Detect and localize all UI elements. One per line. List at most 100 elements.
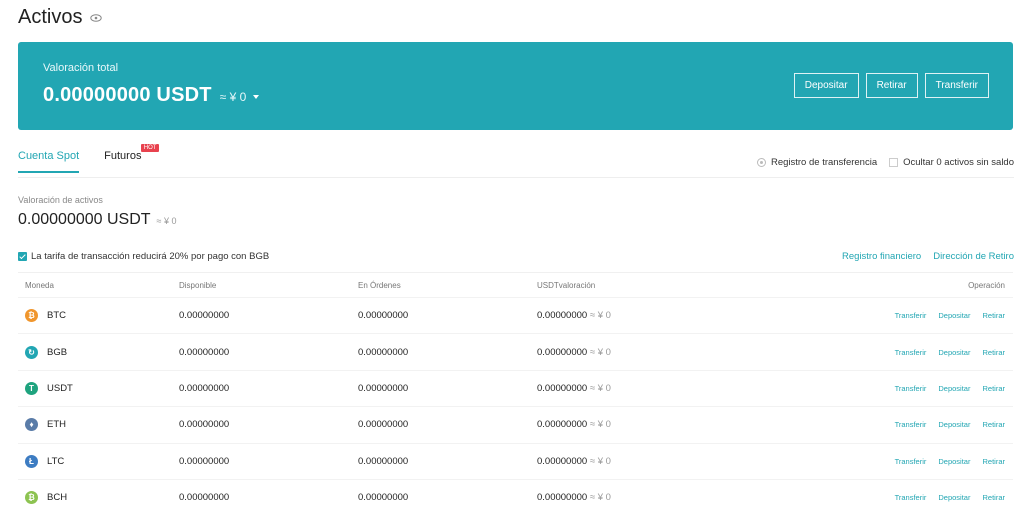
deposit-link[interactable]: Depositar (938, 493, 970, 502)
withdraw-link[interactable]: Retirar (982, 493, 1005, 502)
valuation-fiat: ≈ ¥ 0 (589, 382, 611, 394)
transfer-link[interactable]: Transferir (895, 348, 927, 357)
transfer-link[interactable]: Transferir (895, 457, 927, 466)
bgb-icon: ↻ (25, 345, 38, 359)
hide-zero-option[interactable]: Ocultar 0 activos sin saldo (889, 157, 1014, 168)
withdraw-button[interactable]: Retirar (865, 73, 918, 98)
withdraw-link[interactable]: Retirar (982, 311, 1005, 320)
withdraw-link[interactable]: Retirar (982, 348, 1005, 357)
asset-valuation: 0.00000000 USDT ≈ ¥ 0 (18, 211, 176, 229)
valuation-cell: 0.00000000 ≈ ¥ 0 (537, 456, 757, 467)
table-row: Ł LTC 0.00000000 0.00000000 0.00000000 ≈ ¥ 0… (18, 442, 1013, 479)
deposit-link[interactable]: Depositar (938, 420, 970, 429)
withdraw-address-link[interactable]: Dirección de Retiro (933, 251, 1014, 262)
table-body: ₿ BTC 0.00000000 0.00000000 0.00000000 ≈ ¥ 0… (18, 297, 1013, 510)
coin-name: USDT (47, 382, 73, 394)
orders-cell: 0.00000000 (358, 382, 409, 394)
coin-name: BGB (47, 346, 68, 358)
deposit-link[interactable]: Depositar (938, 457, 970, 466)
valuation-amount: 0.00000000 (537, 455, 588, 467)
available-cell: 0.00000000 (179, 382, 230, 394)
withdraw-link[interactable]: Retirar (982, 420, 1005, 429)
valuation-fiat: ≈ ¥ 0 (589, 346, 611, 358)
fee-notice-text: La tarifa de transacción reducirá 20% po… (31, 251, 270, 262)
tab-spot-account[interactable]: Cuenta Spot (18, 150, 80, 173)
fee-checkbox[interactable] (18, 252, 27, 261)
deposit-link[interactable]: Depositar (938, 348, 970, 357)
caret-down-icon[interactable] (253, 95, 260, 99)
valuation-cell: 0.00000000 ≈ ¥ 0 (537, 347, 757, 358)
coin-cell: ♦ ETH (18, 418, 179, 432)
col-operation: Operación (968, 280, 1005, 290)
eth-icon: ♦ (25, 418, 38, 432)
asset-valuation-fiat: ≈ ¥ 0 (156, 216, 177, 226)
withdraw-link[interactable]: Retirar (982, 384, 1005, 393)
valuation-amount: 0.00000000 (537, 382, 588, 394)
valuation-amount: 0.00000000 (537, 492, 588, 504)
tab-futures[interactable]: Futuros HOT (104, 144, 160, 173)
radio-icon[interactable] (756, 158, 766, 167)
col-valuation: USDTvaloración (537, 280, 596, 290)
assets-table: Moneda Disponible En Órdenes USDTvalorac… (18, 272, 1013, 510)
valuation-cell: 0.00000000 ≈ ¥ 0 (537, 492, 757, 503)
coin-cell: ₿ BTC (18, 309, 179, 323)
coin-cell: ↻ BGB (18, 345, 179, 359)
asset-valuation-label: Valoración de activos (18, 195, 103, 205)
available-cell: 0.00000000 (179, 455, 230, 467)
withdraw-link[interactable]: Retirar (982, 457, 1005, 466)
hide-zero-label: Ocultar 0 activos sin saldo (903, 157, 1014, 168)
bch-icon: ₿ (25, 491, 38, 505)
valuation-amount: 0.00000000 (537, 310, 588, 322)
account-tabs: Cuenta Spot Futuros HOT (18, 144, 160, 173)
hot-badge: HOT (140, 144, 160, 152)
col-coin: Moneda (25, 280, 54, 290)
transfer-link[interactable]: Transferir (895, 311, 927, 320)
hide-zero-checkbox[interactable] (889, 158, 899, 167)
coin-cell: ₿ BCH (18, 491, 179, 505)
orders-cell: 0.00000000 (358, 492, 409, 504)
valuation-amount: 0.00000000 (537, 346, 588, 358)
operation-cell: Transferir Depositar Retirar (757, 384, 1013, 393)
coin-cell: T USDT (18, 381, 179, 395)
financial-record-link[interactable]: Registro financiero (842, 251, 921, 262)
coin-name: ETH (47, 419, 66, 431)
col-orders: En Órdenes (358, 280, 401, 290)
col-available: Disponible (179, 280, 217, 290)
transfer-record-option[interactable]: Registro de transferencia (756, 157, 877, 168)
coin-name: LTC (47, 455, 65, 467)
page-title: Activos (18, 6, 103, 29)
table-row: ₿ BTC 0.00000000 0.00000000 0.00000000 ≈ ¥ 0… (18, 297, 1013, 333)
transfer-link[interactable]: Transferir (895, 384, 927, 393)
operation-cell: Transferir Depositar Retirar (757, 311, 1013, 320)
total-valuation-banner: Valoración total 0.00000000 USDT ≈ ¥ 0 D… (18, 42, 1013, 130)
deposit-link[interactable]: Depositar (938, 384, 970, 393)
valuation-amount: 0.00000000 (537, 419, 588, 431)
btc-icon: ₿ (25, 309, 38, 323)
operation-cell: Transferir Depositar Retirar (757, 348, 1013, 357)
fee-notice: La tarifa de transacción reducirá 20% po… (18, 251, 269, 262)
orders-cell: 0.00000000 (358, 310, 409, 322)
table-row: T USDT 0.00000000 0.00000000 0.00000000 ≈ ¥ … (18, 369, 1013, 406)
valuation-cell: 0.00000000 ≈ ¥ 0 (537, 310, 757, 321)
valuation-fiat: ≈ ¥ 0 (589, 419, 611, 431)
eye-icon[interactable] (90, 13, 103, 22)
deposit-link[interactable]: Depositar (938, 311, 970, 320)
table-row: ↻ BGB 0.00000000 0.00000000 0.00000000 ≈ ¥ 0… (18, 333, 1013, 369)
valuation-cell: 0.00000000 ≈ ¥ 0 (537, 419, 757, 430)
transfer-link[interactable]: Transferir (895, 493, 927, 502)
operation-cell: Transferir Depositar Retirar (757, 493, 1013, 502)
table-row: ♦ ETH 0.00000000 0.00000000 0.00000000 ≈ ¥ 0… (18, 406, 1013, 442)
valuation-cell: 0.00000000 ≈ ¥ 0 (537, 383, 757, 394)
total-valuation-value: 0.00000000 USDT ≈ ¥ 0 (43, 84, 260, 107)
valuation-fiat: ≈ ¥ 0 (589, 310, 611, 322)
banner-actions: Depositar Retirar Transferir (793, 73, 989, 98)
transfer-button[interactable]: Transferir (924, 73, 989, 98)
deposit-button[interactable]: Depositar (793, 73, 859, 98)
transfer-link[interactable]: Transferir (895, 420, 927, 429)
available-cell: 0.00000000 (179, 492, 230, 504)
orders-cell: 0.00000000 (358, 419, 409, 431)
available-cell: 0.00000000 (179, 419, 230, 431)
coin-cell: Ł LTC (18, 454, 179, 468)
coin-name: BCH (47, 492, 68, 504)
available-cell: 0.00000000 (179, 310, 230, 322)
